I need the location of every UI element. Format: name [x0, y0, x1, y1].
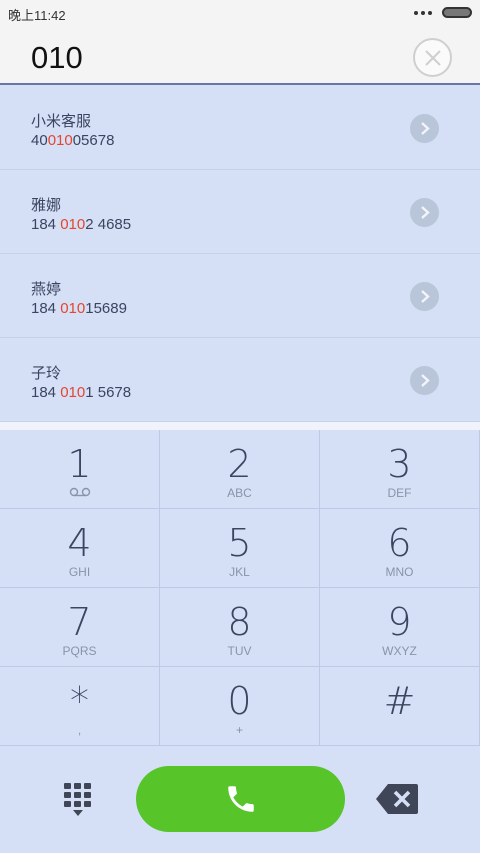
status-time: 晚上11:42 — [8, 7, 66, 23]
contact-detail-button[interactable] — [410, 198, 439, 227]
contact-detail-button[interactable] — [410, 114, 439, 143]
contact-number: 184 01015689 — [31, 300, 127, 317]
contact-row[interactable]: 小米客服 4001005678 — [0, 86, 480, 170]
key-5[interactable]: 5 JKL — [160, 509, 320, 588]
number-match: 010 — [60, 300, 86, 317]
key-letters: GHI — [68, 565, 91, 579]
contact-detail-button[interactable] — [410, 366, 439, 395]
battery-icon — [442, 7, 472, 18]
key-3[interactable]: 3 DEF — [320, 430, 480, 509]
key-digit: 9 — [387, 600, 412, 644]
status-bar: 晚上11:42 — [0, 0, 480, 28]
contact-number: 4001005678 — [31, 132, 115, 149]
dialed-number[interactable]: 010 — [31, 40, 83, 76]
key-star[interactable]: * , — [0, 667, 160, 746]
key-digit: 5 — [227, 521, 252, 565]
key-7[interactable]: 7 PQRS — [0, 588, 160, 667]
call-button[interactable] — [136, 766, 345, 832]
voicemail-icon — [69, 487, 90, 497]
key-digit: 4 — [67, 521, 92, 565]
key-digit: * — [70, 679, 89, 723]
contact-name: 小米客服 — [31, 112, 92, 130]
key-2[interactable]: 2 ABC — [160, 430, 320, 509]
dialer-action-bar — [0, 746, 480, 853]
key-letters: , — [77, 723, 82, 737]
number-match: 010 — [47, 132, 73, 149]
contact-row[interactable]: 燕婷 184 01015689 — [0, 254, 480, 338]
close-icon — [425, 50, 441, 66]
key-letters: TUV — [227, 644, 252, 658]
key-digit: 7 — [67, 600, 92, 644]
chevron-right-icon — [421, 290, 430, 303]
more-dots-icon — [414, 10, 432, 15]
dialpad-icon — [64, 783, 91, 816]
contact-detail-button[interactable] — [410, 282, 439, 311]
key-4[interactable]: 4 GHI — [0, 509, 160, 588]
key-digit: 1 — [67, 442, 92, 486]
key-digit: # — [383, 679, 416, 723]
key-letters: JKL — [229, 565, 250, 579]
number-match: 010 — [60, 216, 86, 233]
key-digit: 6 — [387, 521, 412, 565]
chevron-right-icon — [421, 122, 430, 135]
dial-keypad: 1 2 ABC 3 DEF 4 GHI 5 JKL 6 MNO 7 PQRS 8… — [0, 430, 480, 746]
key-0[interactable]: 0 + — [160, 667, 320, 746]
dialpad-toggle-button[interactable] — [62, 783, 94, 817]
key-letters: MNO — [385, 565, 414, 579]
key-digit: 2 — [227, 442, 252, 486]
contact-name: 燕婷 — [31, 280, 62, 298]
key-letters: WXYZ — [382, 644, 417, 658]
dial-input-bar: 010 — [0, 28, 480, 85]
key-letters: ABC — [227, 486, 252, 500]
key-digit: 8 — [227, 600, 252, 644]
contact-row[interactable]: 雅娜 184 0102 4685 — [0, 170, 480, 254]
key-9[interactable]: 9 WXYZ — [320, 588, 480, 667]
key-letters: + — [235, 723, 243, 737]
contact-results: 小米客服 4001005678 雅娜 184 0102 4685 燕婷 184 … — [0, 86, 480, 422]
key-letters: DEF — [387, 486, 412, 500]
contact-number: 184 0102 4685 — [31, 216, 132, 233]
key-8[interactable]: 8 TUV — [160, 588, 320, 667]
backspace-icon — [376, 784, 418, 814]
section-divider — [0, 422, 480, 430]
clear-button[interactable] — [413, 38, 452, 77]
number-match: 010 — [60, 384, 86, 401]
key-letters: PQRS — [62, 644, 97, 658]
key-digit: 3 — [387, 442, 412, 486]
backspace-button[interactable] — [376, 784, 418, 814]
contact-row[interactable]: 子玲 184 0101 5678 — [0, 338, 480, 422]
chevron-right-icon — [421, 374, 430, 387]
contact-number: 184 0101 5678 — [31, 384, 132, 401]
contact-name: 雅娜 — [31, 196, 62, 214]
key-1[interactable]: 1 — [0, 430, 160, 509]
status-icons — [414, 7, 472, 18]
contact-name: 子玲 — [31, 364, 62, 382]
phone-icon — [228, 786, 254, 812]
key-hash[interactable]: # — [320, 667, 480, 746]
chevron-right-icon — [421, 206, 430, 219]
key-digit: 0 — [227, 679, 252, 723]
key-6[interactable]: 6 MNO — [320, 509, 480, 588]
